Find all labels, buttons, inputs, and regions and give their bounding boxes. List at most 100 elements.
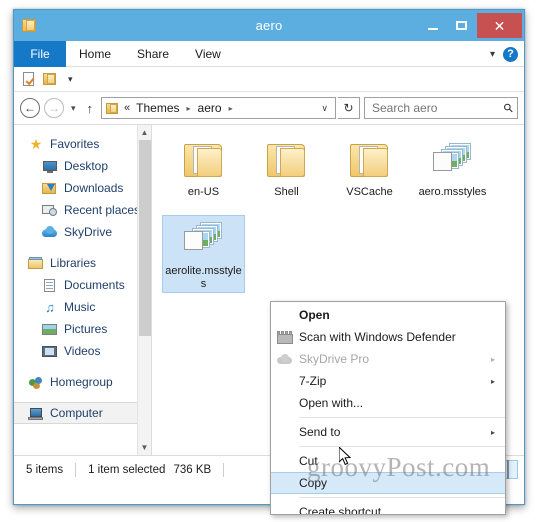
- context-menu-label: Open: [299, 308, 330, 322]
- sidebar-group-libraries[interactable]: Libraries: [14, 252, 151, 274]
- file-label: aero.msstyles: [418, 186, 487, 198]
- minimize-button[interactable]: [419, 15, 447, 37]
- file-label: en-US: [187, 186, 220, 198]
- file-item-shell[interactable]: Shell: [245, 137, 328, 215]
- recent-places-icon: [42, 203, 58, 218]
- context-menu-separator: [299, 417, 505, 418]
- search-input[interactable]: [372, 101, 505, 115]
- help-icon[interactable]: ?: [503, 46, 518, 62]
- context-menu-label: Open with...: [299, 396, 364, 410]
- chevron-up-icon[interactable]: ▲: [138, 125, 151, 140]
- sidebar-item-recent-places[interactable]: Recent places: [14, 199, 151, 221]
- sidebar-scrollbar[interactable]: ▲ ▼: [137, 125, 151, 455]
- breadcrumb-dropdown[interactable]: ∨: [316, 103, 333, 114]
- status-divider: [223, 462, 225, 477]
- icon-slot: [271, 326, 299, 348]
- context-menu-label: Scan with Windows Defender: [299, 330, 456, 344]
- status-size: 736 KB: [173, 463, 212, 476]
- scrollbar-thumb[interactable]: [139, 140, 151, 336]
- tab-file[interactable]: File: [14, 41, 66, 67]
- breadcrumb-item-aero[interactable]: aero: [196, 101, 224, 115]
- msstyles-icon: [429, 141, 477, 183]
- status-divider: [75, 462, 77, 477]
- file-item-aero-msstyles[interactable]: aero.msstyles: [411, 137, 494, 215]
- file-item-en-us[interactable]: en-US: [162, 137, 245, 215]
- icon-slot: [271, 501, 299, 514]
- sidebar-label: SkyDrive: [64, 225, 113, 239]
- tab-share[interactable]: Share: [124, 41, 182, 67]
- explorer-window: aero ✕ File Home Share View ▾ ? ▾ ← → ▾ …: [13, 9, 525, 515]
- sidebar-label: Videos: [64, 344, 101, 358]
- search-box[interactable]: ⚲: [364, 97, 518, 119]
- context-menu-item-open-with[interactable]: Open with...: [271, 392, 505, 414]
- context-menu-item-create-shortcut[interactable]: Create shortcut: [271, 501, 505, 515]
- tab-home[interactable]: Home: [66, 41, 124, 67]
- sidebar-label: Pictures: [64, 322, 108, 336]
- context-menu-item-7-zip[interactable]: 7-Zip ▸: [271, 370, 505, 392]
- new-folder-icon[interactable]: [43, 72, 58, 86]
- libraries-icon: [28, 256, 44, 271]
- chevron-right-icon[interactable]: ▸: [184, 104, 194, 113]
- sidebar-group-favorites[interactable]: ★ Favorites: [14, 133, 151, 155]
- properties-icon[interactable]: [22, 71, 37, 87]
- status-selection: 1 item selected: [88, 463, 166, 476]
- submenu-arrow-icon: ▸: [490, 427, 495, 437]
- file-label: aerolite.msstyles: [165, 265, 242, 290]
- sidebar-item-desktop[interactable]: Desktop: [14, 155, 151, 177]
- breadcrumb[interactable]: « Themes ▸ aero ▸ ∨: [101, 97, 336, 119]
- sidebar-label: Favorites: [50, 137, 100, 151]
- chevron-right-icon[interactable]: ▸: [226, 104, 236, 113]
- refresh-button[interactable]: ↻: [338, 97, 360, 119]
- sidebar-item-pictures[interactable]: Pictures: [14, 318, 151, 340]
- folder-icon: [263, 141, 311, 183]
- sidebar-item-skydrive[interactable]: SkyDrive: [14, 221, 151, 243]
- chevron-down-icon[interactable]: ▼: [138, 440, 151, 455]
- file-item-vscache[interactable]: VSCache: [328, 137, 411, 215]
- context-menu-item-scan-with-windows-defender[interactable]: Scan with Windows Defender: [271, 326, 505, 348]
- context-menu-item-skydrive-pro: SkyDrive Pro ▸: [271, 348, 505, 370]
- sidebar-item-documents[interactable]: Documents: [14, 274, 151, 296]
- sidebar-item-homegroup[interactable]: Homegroup: [14, 371, 151, 393]
- sidebar-item-videos[interactable]: Videos: [14, 340, 151, 362]
- ribbon-tab-bar: File Home Share View ▾ ?: [14, 41, 524, 67]
- folder-icon: [180, 141, 228, 183]
- maximize-button[interactable]: [447, 15, 475, 37]
- minimize-icon: [428, 27, 438, 30]
- icon-slot: [271, 450, 299, 472]
- sidebar-label: Computer: [50, 406, 103, 420]
- folder-icon: [346, 141, 394, 183]
- context-menu-label: Create shortcut: [299, 505, 382, 515]
- sidebar-item-computer[interactable]: Computer: [14, 402, 151, 424]
- sidebar-label: Libraries: [50, 256, 97, 270]
- icon-slot: [271, 392, 299, 414]
- file-item-aerolite-msstyles[interactable]: aerolite.msstyles: [162, 215, 245, 293]
- windows-defender-icon: [277, 330, 293, 344]
- context-menu-item-open[interactable]: Open: [271, 304, 505, 326]
- forward-button[interactable]: →: [44, 98, 64, 118]
- recent-locations-button[interactable]: ▾: [68, 103, 79, 114]
- close-button[interactable]: ✕: [477, 13, 522, 38]
- window-controls: ✕: [419, 13, 522, 38]
- context-menu-item-send-to[interactable]: Send to ▸: [271, 421, 505, 443]
- chevron-down-icon[interactable]: ▾: [490, 49, 495, 60]
- up-button[interactable]: ↑: [83, 101, 98, 116]
- submenu-arrow-icon: ▸: [490, 376, 495, 386]
- sidebar-label: Documents: [64, 278, 125, 292]
- sidebar-item-music[interactable]: ♫ Music: [14, 296, 151, 318]
- tab-view[interactable]: View: [182, 41, 234, 67]
- folder-icon: [22, 18, 38, 33]
- back-button[interactable]: ←: [20, 98, 40, 118]
- breadcrumb-item-themes[interactable]: Themes: [134, 101, 181, 115]
- videos-icon: [42, 344, 58, 359]
- file-grid: en-US Shell VSCache aero.msstyles aeroli…: [162, 137, 524, 293]
- sidebar-item-downloads[interactable]: Downloads: [14, 177, 151, 199]
- maximize-icon: [455, 21, 467, 30]
- downloads-icon: [42, 181, 58, 196]
- file-label: Shell: [274, 186, 299, 198]
- dropdown-icon[interactable]: ▾: [68, 74, 73, 85]
- icon-slot: [271, 370, 299, 392]
- icon-slot: [271, 348, 299, 370]
- breadcrumb-overflow[interactable]: «: [122, 102, 132, 114]
